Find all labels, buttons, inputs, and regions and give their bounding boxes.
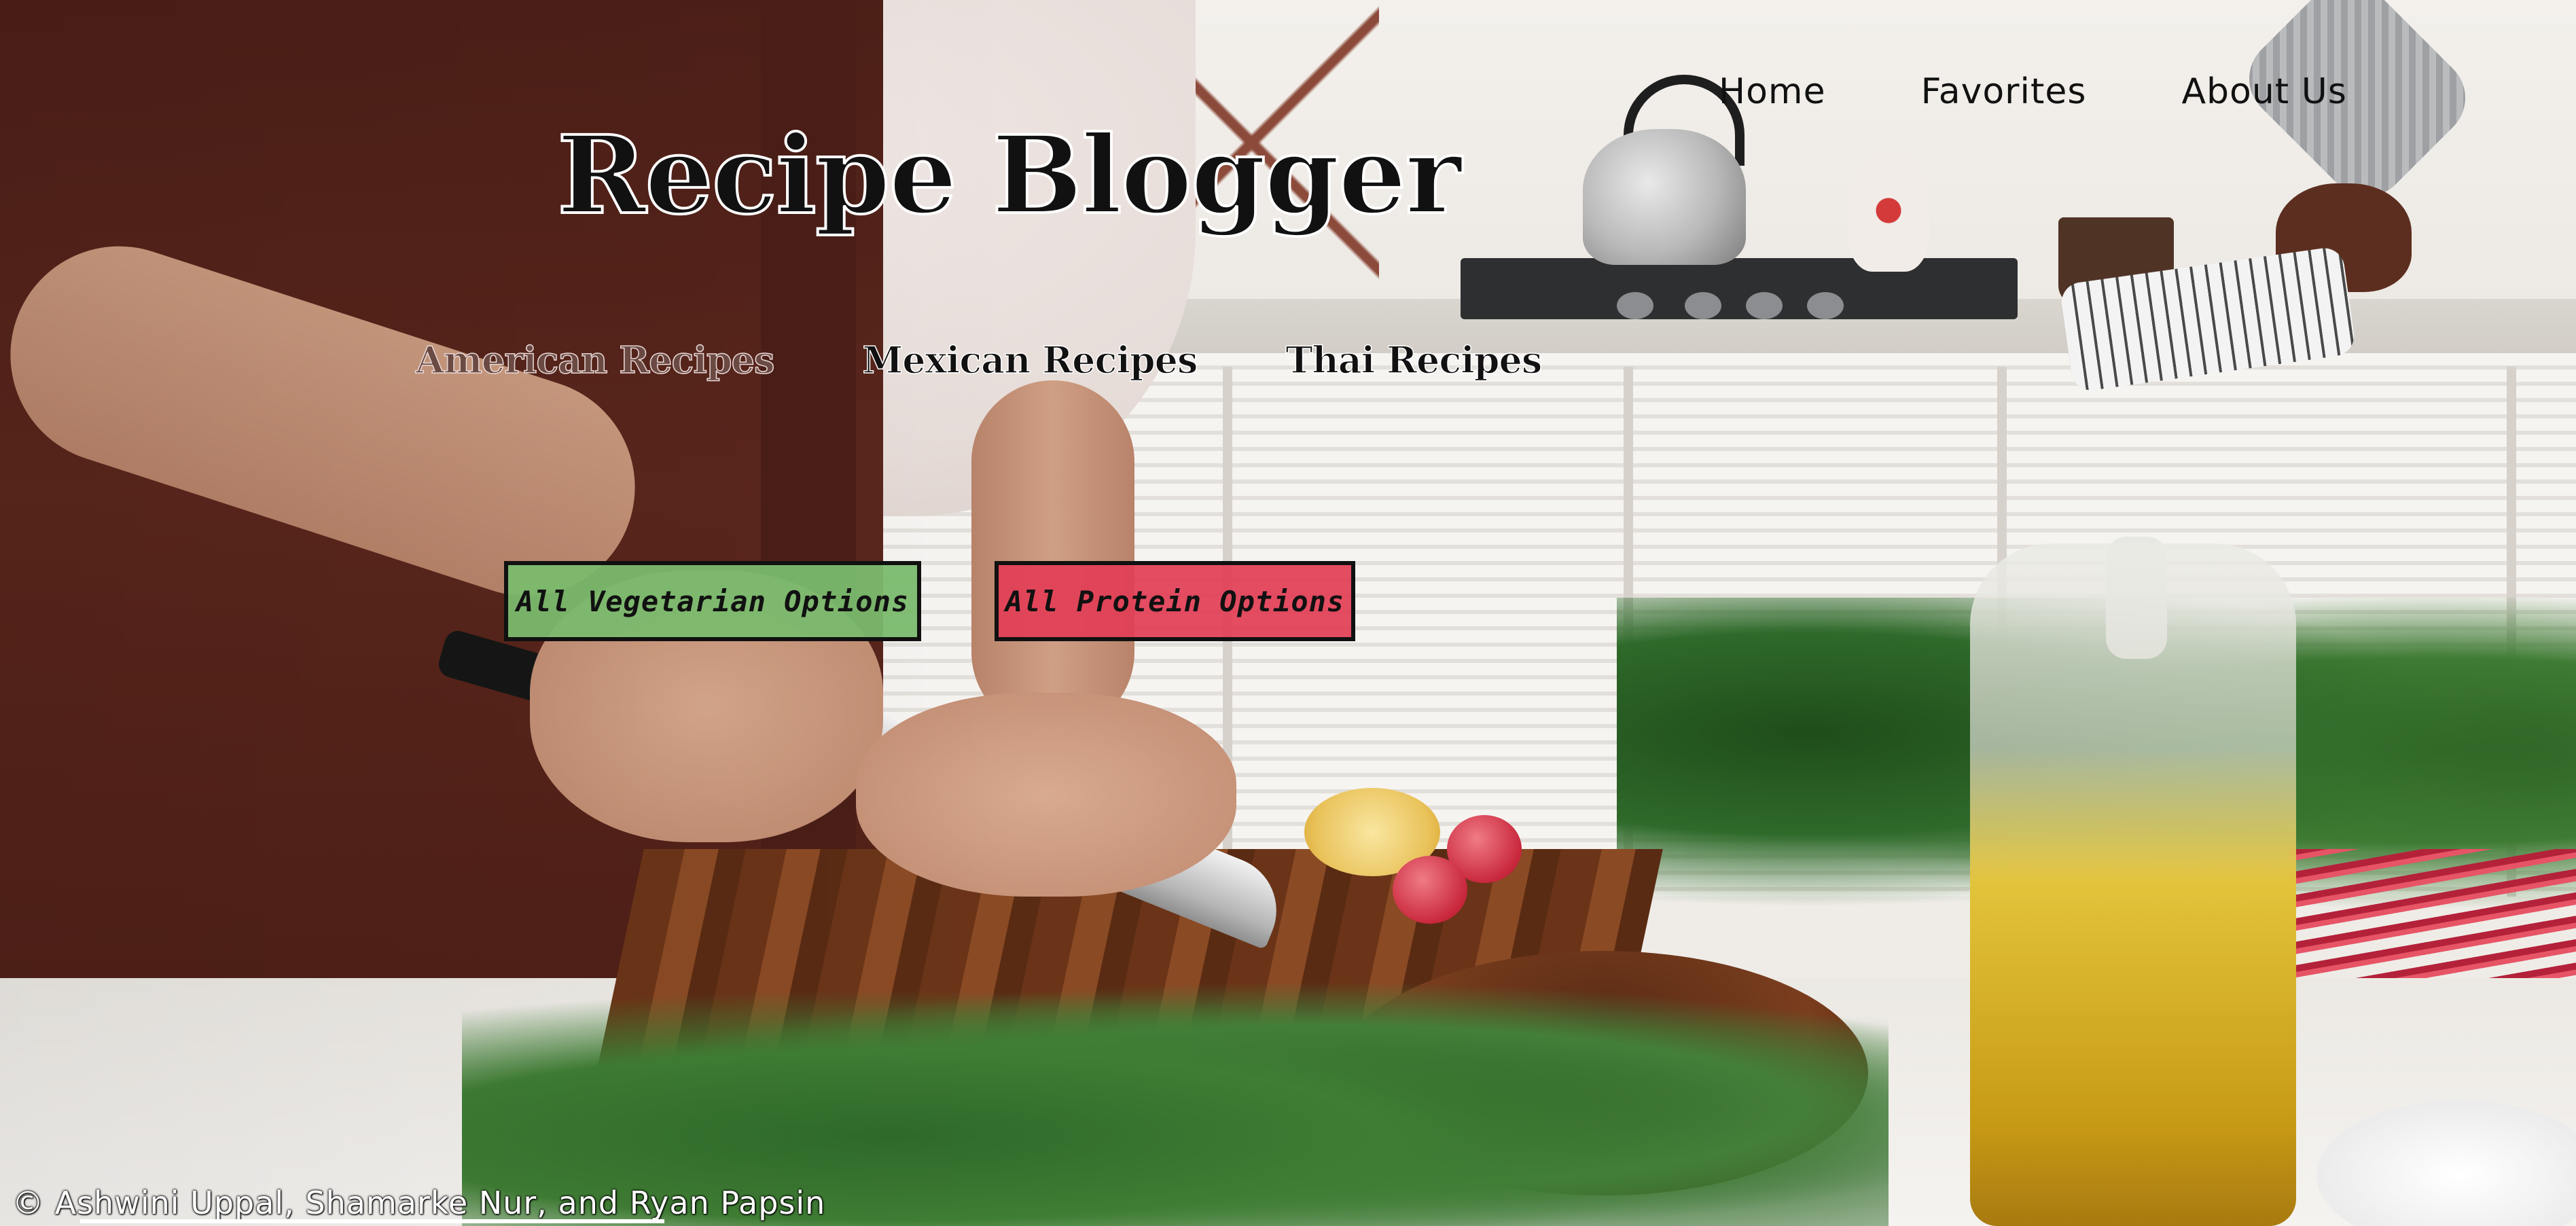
footer-credit: © Ashwini Uppal, Shamarke Nur, and Ryan … bbox=[12, 1185, 826, 1221]
protein-options-button[interactable]: All Protein Options bbox=[995, 561, 1355, 641]
category-link-thai[interactable]: Thai Recipes bbox=[1285, 338, 1543, 382]
top-nav: Home Favorites About Us bbox=[1719, 71, 2347, 112]
nav-link-about-us[interactable]: About Us bbox=[2181, 71, 2346, 112]
nav-link-home[interactable]: Home bbox=[1719, 71, 1826, 112]
page: Recipe Blogger Home Favorites About Us A… bbox=[0, 0, 2576, 1226]
nav-link-favorites[interactable]: Favorites bbox=[1921, 71, 2087, 112]
category-link-american[interactable]: American Recipes bbox=[415, 338, 775, 382]
category-nav: American Recipes Mexican Recipes Thai Re… bbox=[415, 338, 1543, 382]
site-title: Recipe Blogger bbox=[556, 113, 1463, 238]
category-link-mexican[interactable]: Mexican Recipes bbox=[862, 338, 1198, 382]
footer-underline bbox=[80, 1219, 664, 1223]
vegetarian-options-button[interactable]: All Vegetarian Options bbox=[504, 561, 921, 641]
